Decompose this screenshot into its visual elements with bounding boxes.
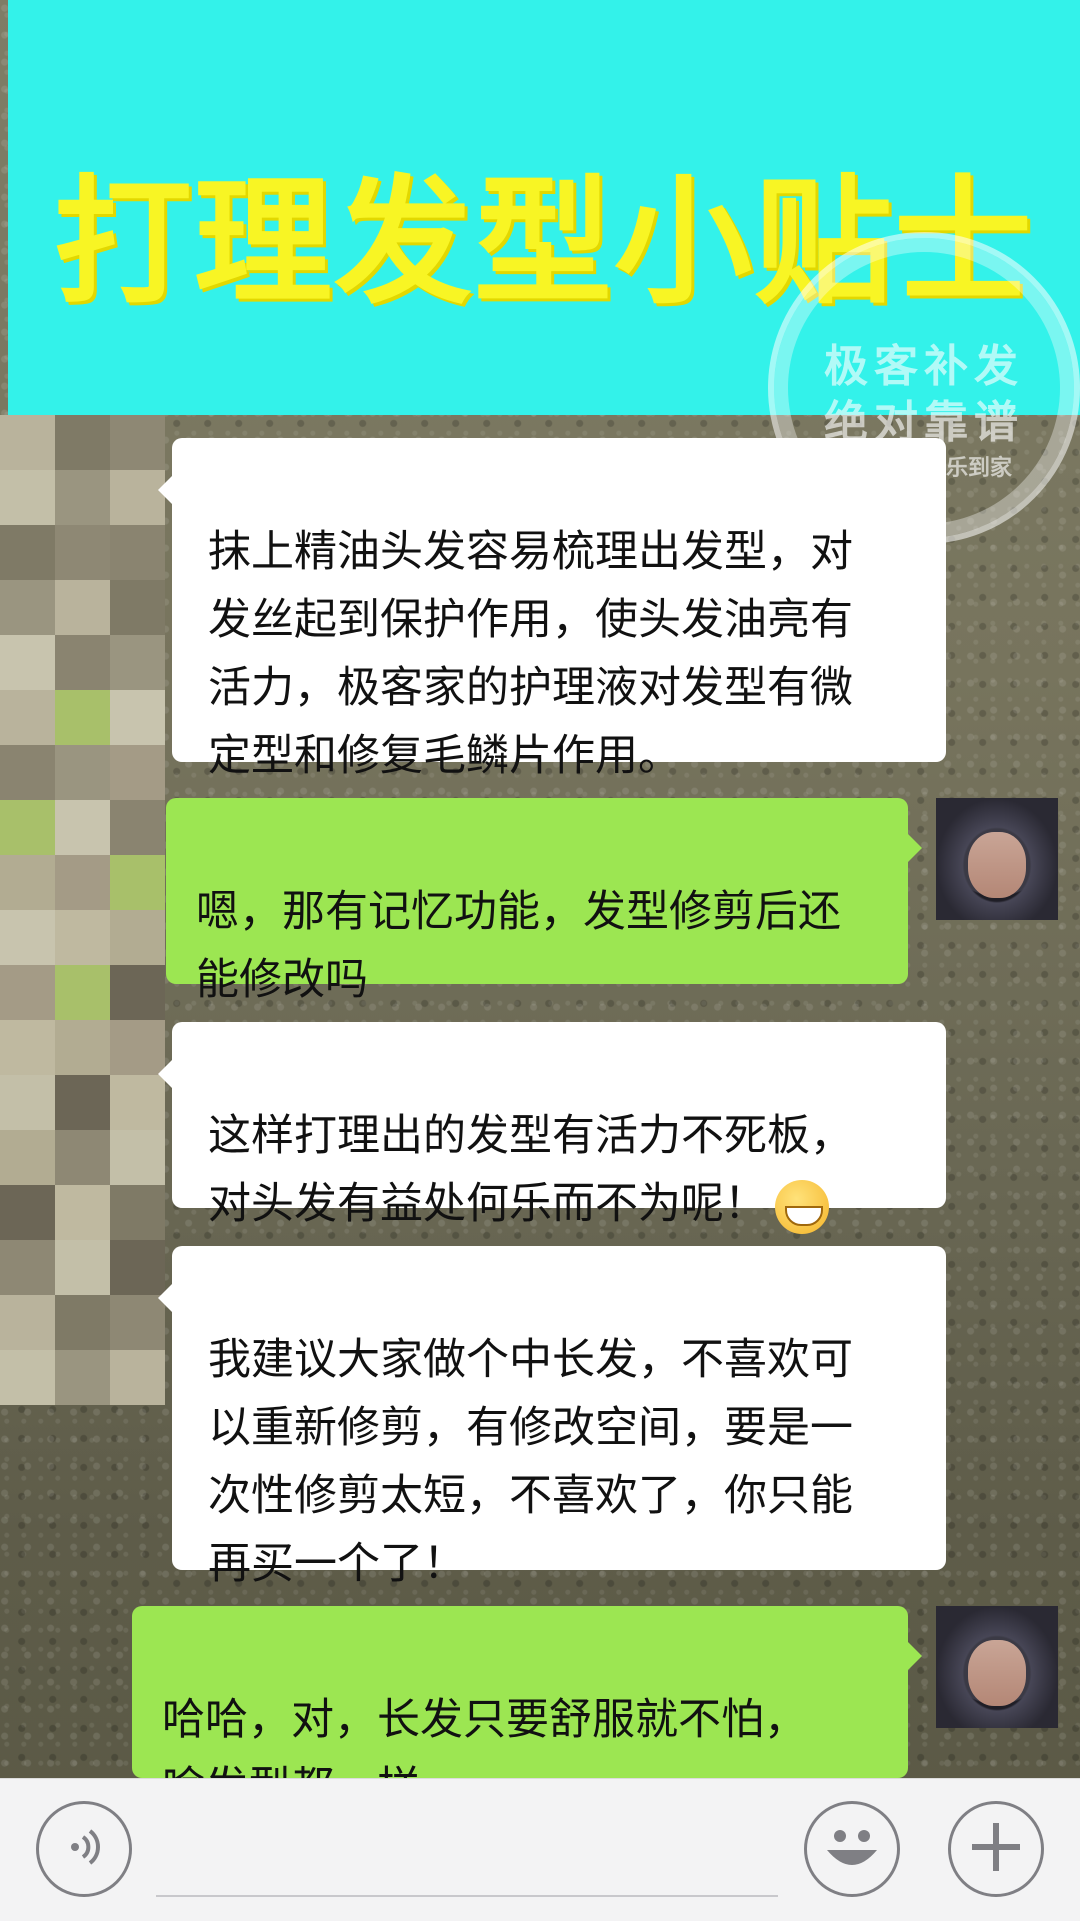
- message-bubble-incoming[interactable]: 我建议大家做个中长发，不喜欢可 以重新修剪，有修改空间，要是一 次性修剪太短，不…: [158, 1246, 946, 1589]
- mosaic-tile: [110, 1020, 165, 1075]
- mosaic-tile: [55, 1130, 110, 1185]
- mosaic-tile: [0, 1350, 55, 1405]
- mosaic-tile: [0, 635, 55, 690]
- plus-button[interactable]: [948, 1801, 1044, 1897]
- mosaic-tile: [0, 1185, 55, 1240]
- mosaic-tile: [110, 635, 165, 690]
- message-bubble-outgoing[interactable]: 哈哈，对，长发只要舒服就不怕， 啥发型都一样: [132, 1606, 922, 1813]
- message-text: 这样打理出的发型有活力不死板， 对头发有益处何乐而不为呢！: [208, 1111, 853, 1229]
- mosaic-tile: [55, 745, 110, 800]
- mosaic-tile: [0, 910, 55, 965]
- mosaic-tile: [110, 1350, 165, 1405]
- mosaic-tile: [55, 690, 110, 745]
- mosaic-tile: [110, 580, 165, 635]
- mosaic-tile: [110, 1295, 165, 1350]
- mosaic-tile: [110, 525, 165, 580]
- grinning-emoji-icon: [775, 1179, 829, 1234]
- user-avatar[interactable]: [936, 1606, 1058, 1728]
- avatar-face: [968, 832, 1026, 898]
- mosaic-tile: [110, 910, 165, 965]
- message-text: 抹上精油头发容易梳理出发型，对 发丝起到保护作用，使头发油亮有 活力，极客家的护…: [208, 527, 853, 781]
- mosaic-tile: [55, 1240, 110, 1295]
- mosaic-tile: [0, 1295, 55, 1350]
- emoji-icon: [813, 1808, 891, 1890]
- message-bubble-incoming[interactable]: 抹上精油头发容易梳理出发型，对 发丝起到保护作用，使头发油亮有 活力，极客家的护…: [158, 438, 946, 781]
- mosaic-tile: [55, 635, 110, 690]
- mosaic-tile: [55, 910, 110, 965]
- chat-input-bar: [0, 1778, 1080, 1921]
- plus-icon: [968, 1819, 1024, 1879]
- pixelated-contact-avatar: [0, 415, 165, 1405]
- mosaic-tile: [110, 1240, 165, 1295]
- mosaic-tile: [0, 1020, 55, 1075]
- mosaic-tile: [110, 1130, 165, 1185]
- mosaic-tile: [110, 1185, 165, 1240]
- mosaic-tile: [0, 1130, 55, 1185]
- mosaic-tile: [110, 470, 165, 525]
- mosaic-tile: [55, 1185, 110, 1240]
- mosaic-tile: [55, 965, 110, 1020]
- tips-banner: 打理发型小贴士: [8, 0, 1080, 415]
- mosaic-tile: [55, 855, 110, 910]
- mosaic-tile: [110, 1075, 165, 1130]
- mosaic-tile: [55, 415, 110, 470]
- voice-button[interactable]: [36, 1801, 132, 1897]
- mosaic-tile: [55, 1350, 110, 1405]
- message-bubble-incoming[interactable]: 这样打理出的发型有活力不死板， 对头发有益处何乐而不为呢！: [158, 1022, 946, 1234]
- mosaic-tile: [0, 745, 55, 800]
- avatar-face: [968, 1640, 1026, 1706]
- mosaic-tile: [110, 415, 165, 470]
- mosaic-tile: [0, 1240, 55, 1295]
- mosaic-tile: [55, 1020, 110, 1075]
- mosaic-tile: [0, 580, 55, 635]
- banner-title: 打理发型小贴士: [53, 162, 1034, 323]
- mosaic-tile: [110, 800, 165, 855]
- mosaic-tile: [0, 415, 55, 470]
- mosaic-tile: [0, 1075, 55, 1130]
- mosaic-tile: [55, 580, 110, 635]
- mosaic-tile: [110, 855, 165, 910]
- mosaic-tile: [55, 1075, 110, 1130]
- mosaic-tile: [55, 1295, 110, 1350]
- message-text: 我建议大家做个中长发，不喜欢可 以重新修剪，有修改空间，要是一 次性修剪太短，不…: [208, 1335, 853, 1589]
- mosaic-tile: [0, 525, 55, 580]
- message-input[interactable]: [156, 1895, 778, 1897]
- mosaic-tile: [0, 855, 55, 910]
- mosaic-tile: [110, 690, 165, 745]
- mosaic-tile: [55, 525, 110, 580]
- mosaic-tile: [110, 745, 165, 800]
- mosaic-tile: [0, 470, 55, 525]
- mosaic-tile: [55, 800, 110, 855]
- mosaic-tile: [55, 470, 110, 525]
- mosaic-tile: [110, 965, 165, 1020]
- mosaic-tile: [0, 800, 55, 855]
- message-bubble-outgoing[interactable]: 嗯，那有记忆功能，发型修剪后还 能修改吗: [166, 798, 922, 1005]
- user-avatar[interactable]: [936, 798, 1058, 920]
- mosaic-tile: [0, 690, 55, 745]
- emoji-button[interactable]: [804, 1801, 900, 1897]
- mosaic-tile: [0, 965, 55, 1020]
- voice-icon: [59, 1822, 109, 1876]
